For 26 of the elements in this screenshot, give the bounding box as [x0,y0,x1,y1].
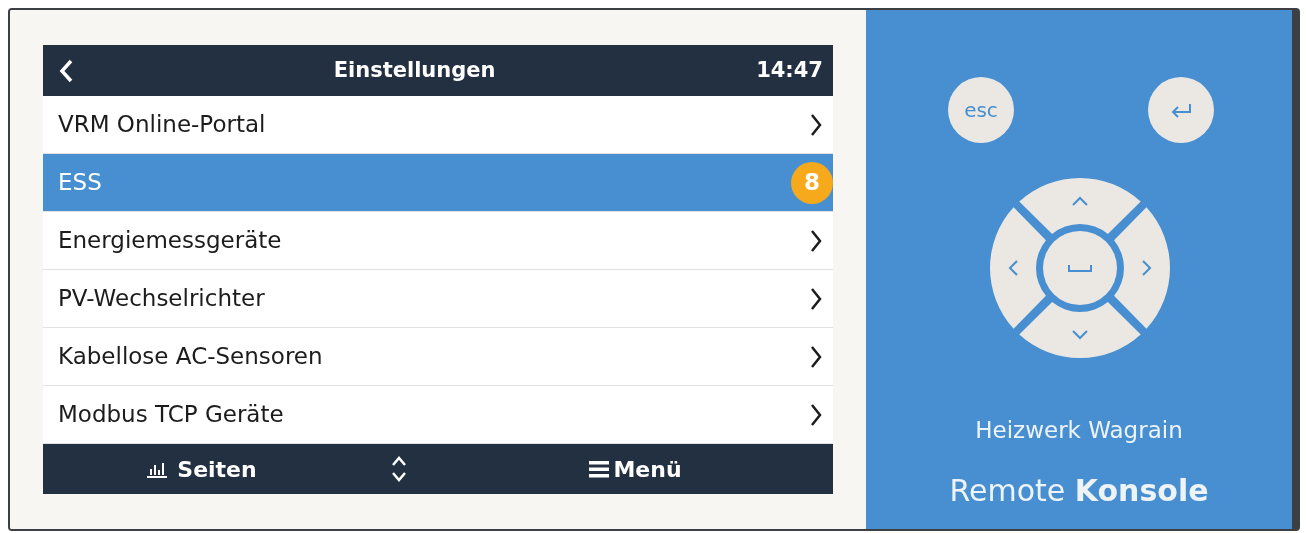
menu-button[interactable]: Menü [589,452,682,486]
chevron-right-icon [809,112,823,137]
down-key[interactable] [1019,302,1141,358]
up-down-arrows-icon[interactable] [390,454,407,484]
return-arrow-icon [1169,101,1193,119]
chevron-right-icon [809,402,823,427]
chevron-right-icon [809,286,823,311]
menu-icon [589,460,610,478]
chevron-right-icon [809,344,823,369]
space-key[interactable] [1043,231,1117,305]
menu-item[interactable]: Modbus TCP Geräte [43,386,833,444]
remote-console-logo: Remote Konsole [948,472,1210,510]
back-button[interactable] [59,58,73,83]
pages-button[interactable]: Seiten [145,452,257,486]
left-key[interactable] [990,207,1046,329]
menu-item[interactable]: Energiemessgeräte [43,212,833,270]
screen-title: Einstellungen [332,56,497,84]
menu-item[interactable]: Kabellose AC-Sensoren [43,328,833,386]
clock-time: 14:47 [756,56,823,84]
menu-item[interactable]: PV-Wechselrichter [43,270,833,328]
up-key[interactable] [1019,178,1141,234]
number-marker: 8 [791,161,833,204]
chevron-right-icon [809,228,823,253]
site-name: Heizwerk Wagrain [974,416,1184,445]
right-key[interactable] [1114,207,1170,329]
menu-item[interactable]: VRM Online-Portal [43,96,833,154]
